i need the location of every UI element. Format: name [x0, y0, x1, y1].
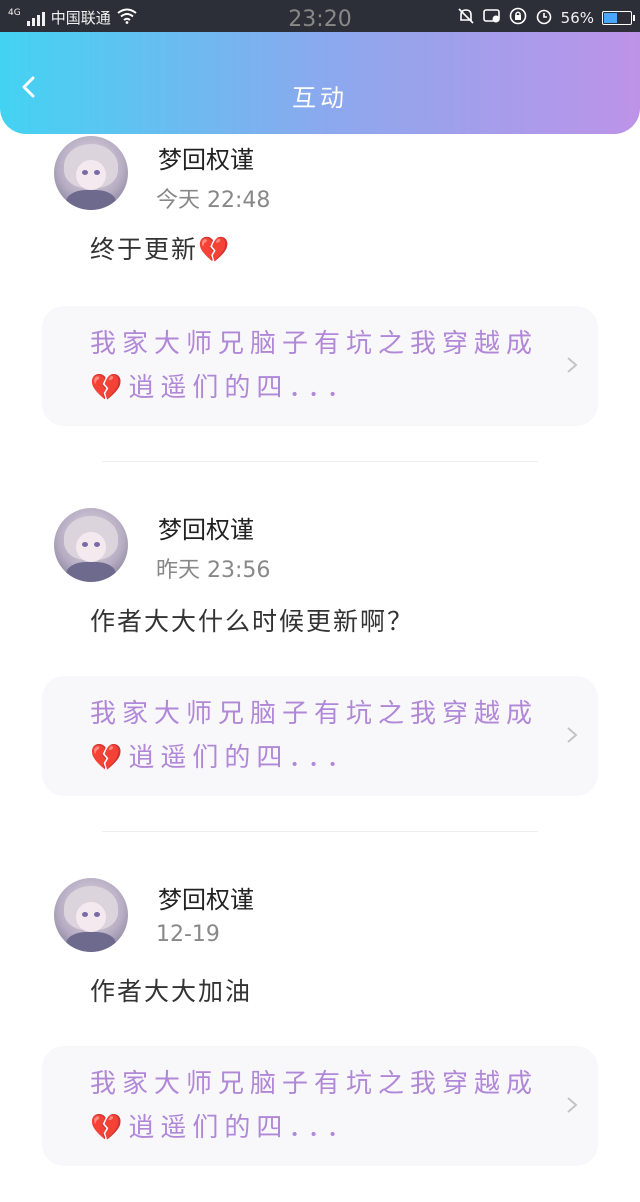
mute-bell-icon [457, 7, 475, 29]
user-name[interactable]: 梦回权谨 [158, 880, 254, 915]
book-link-card[interactable]: 我家大师兄脑子有坑之我穿越成💔逍遥们的四．．． [42, 676, 598, 796]
lock-rotation-icon [509, 7, 527, 29]
book-title: 我家大师兄脑子有坑之我穿越成💔逍遥们的四．．． [90, 1069, 539, 1143]
battery-icon [602, 11, 635, 25]
comment-text: 终于更新💔 [90, 235, 232, 264]
top-nav-bar: 互动 [0, 32, 640, 134]
comment-post: 梦回权谨 12-19 作者大大加油 我家大师兄脑子有坑之我穿越成💔逍遥们的四．．… [0, 832, 640, 1202]
book-link-card[interactable]: 我家大师兄脑子有坑之我穿越成💔逍遥们的四．．． [42, 306, 598, 426]
post-time: 昨天 23:56 [156, 558, 271, 583]
book-title: 我家大师兄脑子有坑之我穿越成💔逍遥们的四．．． [90, 699, 539, 773]
battery-fill [604, 13, 618, 23]
status-right: 56% [457, 7, 635, 29]
comment-post: 梦回权谨 昨天 23:56 作者大大什么时候更新啊？ 我家大师兄脑子有坑之我穿越… [0, 462, 640, 832]
battery-percent: 56% [560, 9, 594, 27]
post-time: 今天 22:48 [156, 188, 271, 213]
comment-text: 作者大大加油 [90, 977, 253, 1006]
comment-post: 梦回权谨 今天 22:48 终于更新💔 我家大师兄脑子有坑之我穿越成💔逍遥们的四… [0, 134, 640, 462]
book-title: 我家大师兄脑子有坑之我穿越成💔逍遥们的四．．． [90, 329, 539, 403]
interaction-feed[interactable]: 梦回权谨 今天 22:48 终于更新💔 我家大师兄脑子有坑之我穿越成💔逍遥们的四… [0, 134, 640, 1202]
status-bar: 4G 中国联通 23:20 56% [0, 0, 640, 32]
avatar[interactable] [54, 136, 128, 210]
user-name[interactable]: 梦回权谨 [158, 510, 254, 545]
chevron-right-icon [567, 727, 578, 743]
page-title: 互动 [292, 84, 348, 112]
alarm-icon [535, 7, 553, 29]
user-name[interactable]: 梦回权谨 [158, 140, 254, 175]
post-time: 12-19 [156, 922, 220, 947]
chevron-right-icon [567, 1097, 578, 1113]
book-link-card[interactable]: 我家大师兄脑子有坑之我穿越成💔逍遥们的四．．． [42, 1046, 598, 1166]
avatar[interactable] [54, 878, 128, 952]
avatar[interactable] [54, 508, 128, 582]
chevron-right-icon [567, 357, 578, 373]
message-icon [482, 8, 501, 28]
comment-text: 作者大大什么时候更新啊？ [90, 607, 415, 636]
